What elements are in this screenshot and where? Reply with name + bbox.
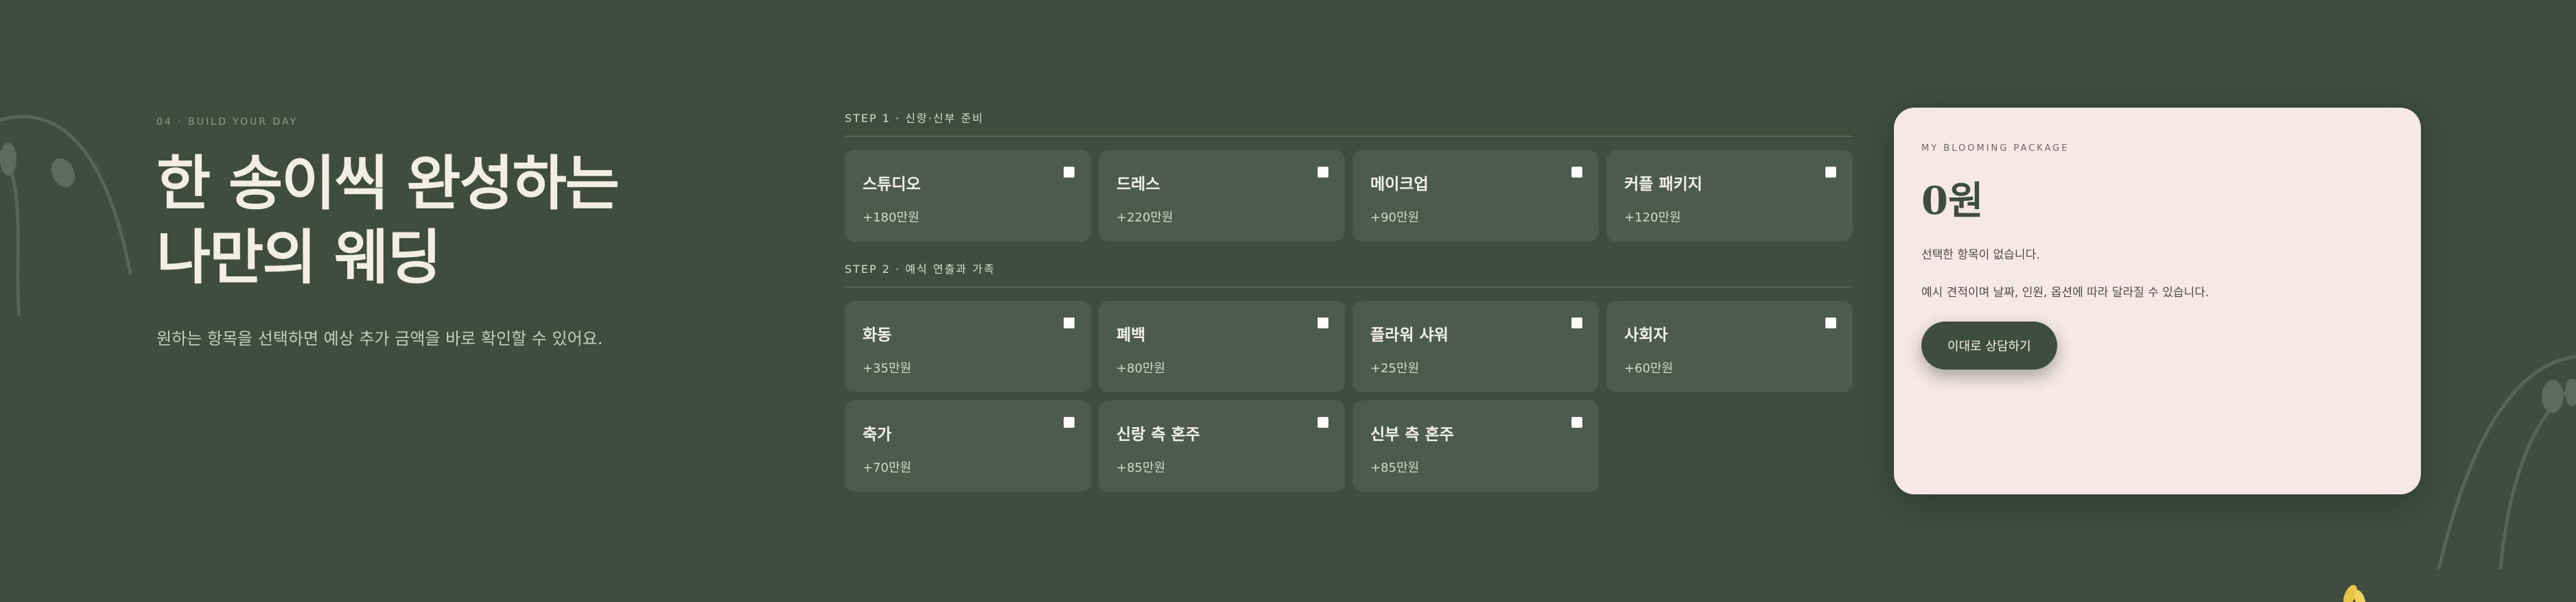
step2-label: STEP 2 · 예식 연출과 가족: [845, 263, 996, 276]
option-checkbox[interactable]: [1318, 167, 1328, 178]
option-checkbox[interactable]: [1825, 167, 1836, 178]
package-empty-text: 선택한 항목이 없습니다.: [1921, 248, 2040, 262]
option-name: 드레스: [1116, 176, 1160, 193]
package-eyebrow: MY BLOOMING PACKAGE: [1921, 143, 2070, 154]
option-name: 메이크업: [1370, 176, 1429, 193]
option-checkbox[interactable]: [1318, 417, 1328, 428]
option-card-groom-parents[interactable]: 신랑 측 혼주 +85만원: [1099, 400, 1345, 492]
option-name: 신랑 측 혼주: [1116, 426, 1200, 444]
option-card-wedding-song[interactable]: 축가 +70만원: [845, 400, 1091, 492]
option-name: 신부 측 혼주: [1370, 426, 1454, 444]
option-card-pyebaek[interactable]: 폐백 +80만원: [1099, 301, 1345, 392]
option-card-mc[interactable]: 사회자 +60만원: [1606, 301, 1853, 392]
package-builder: STEP 1 · 신랑·신부 준비 스튜디오 +180만원 드레스 +220만원…: [845, 108, 1853, 492]
hero-section: 04 · BUILD YOUR DAY 한 송이씩 완성하는 나만의 웨딩 원하…: [156, 117, 705, 349]
option-card-makeup[interactable]: 메이크업 +90만원: [1353, 150, 1599, 241]
option-card-couple-package[interactable]: 커플 패키지 +120만원: [1606, 150, 1853, 241]
option-price: +70만원: [863, 461, 912, 475]
hero-title: 한 송이씩 완성하는 나만의 웨딩: [156, 147, 705, 295]
option-name: 스튜디오: [863, 176, 921, 193]
option-price: +90만원: [1370, 210, 1420, 225]
leaf-decoration-icon: [0, 115, 132, 316]
option-price: +120만원: [1624, 210, 1681, 225]
option-name: 사회자: [1624, 326, 1668, 344]
option-checkbox[interactable]: [1571, 417, 1582, 428]
option-card-flower-shower[interactable]: 플라워 샤워 +25만원: [1353, 301, 1599, 392]
option-price: +180만원: [863, 210, 920, 225]
package-note: 예시 견적이며 날짜, 인원, 옵션에 따라 달라질 수 있습니다.: [1921, 286, 2210, 300]
option-name: 폐백: [1116, 326, 1146, 344]
option-name: 축가: [863, 426, 892, 444]
option-checkbox[interactable]: [1064, 167, 1075, 178]
option-card-flower-child[interactable]: 화동 +35만원: [845, 301, 1091, 392]
hero-title-line: 한 송이씩 완성하는: [156, 149, 620, 218]
option-price: +60만원: [1624, 361, 1674, 376]
option-checkbox[interactable]: [1571, 167, 1582, 178]
option-price: +25만원: [1370, 361, 1420, 376]
option-price: +220만원: [1116, 210, 1173, 225]
option-price: +85만원: [1116, 461, 1166, 475]
option-checkbox[interactable]: [1318, 317, 1328, 328]
consult-button[interactable]: 이대로 상담하기: [1921, 322, 2057, 370]
hero-eyebrow: 04 · BUILD YOUR DAY: [156, 117, 298, 128]
hero-description: 원하는 항목을 선택하면 예상 추가 금액을 바로 확인할 수 있어요.: [156, 329, 603, 348]
option-price: +85만원: [1370, 461, 1420, 475]
sprout-icon: [2343, 585, 2366, 602]
option-price: +80만원: [1116, 361, 1166, 376]
option-name: 화동: [863, 326, 892, 344]
option-name: 플라워 샤워: [1370, 326, 1449, 344]
step1-options: 스튜디오 +180만원 드레스 +220만원 메이크업 +90만원 커플 패키지…: [845, 150, 1853, 241]
option-card-studio[interactable]: 스튜디오 +180만원: [845, 150, 1091, 241]
option-card-bride-parents[interactable]: 신부 측 혼주 +85만원: [1353, 400, 1599, 492]
package-total: 0원: [1921, 178, 1984, 224]
option-checkbox[interactable]: [1825, 317, 1836, 328]
leaf-decoration-icon: [2437, 354, 2576, 569]
package-summary-panel: MY BLOOMING PACKAGE 0원 선택한 항목이 없습니다. 예시 …: [1894, 108, 2421, 494]
option-checkbox[interactable]: [1064, 317, 1075, 328]
option-checkbox[interactable]: [1064, 417, 1075, 428]
option-card-dress[interactable]: 드레스 +220만원: [1099, 150, 1345, 241]
hero-title-line: 나만의 웨딩: [156, 223, 442, 292]
option-name: 커플 패키지: [1624, 176, 1702, 193]
option-price: +35만원: [863, 361, 912, 376]
step1-label: STEP 1 · 신랑·신부 준비: [845, 112, 984, 125]
option-checkbox[interactable]: [1571, 317, 1582, 328]
step2-options: 화동 +35만원 폐백 +80만원 플라워 샤워 +25만원 사회자 +60만원…: [845, 301, 1853, 492]
